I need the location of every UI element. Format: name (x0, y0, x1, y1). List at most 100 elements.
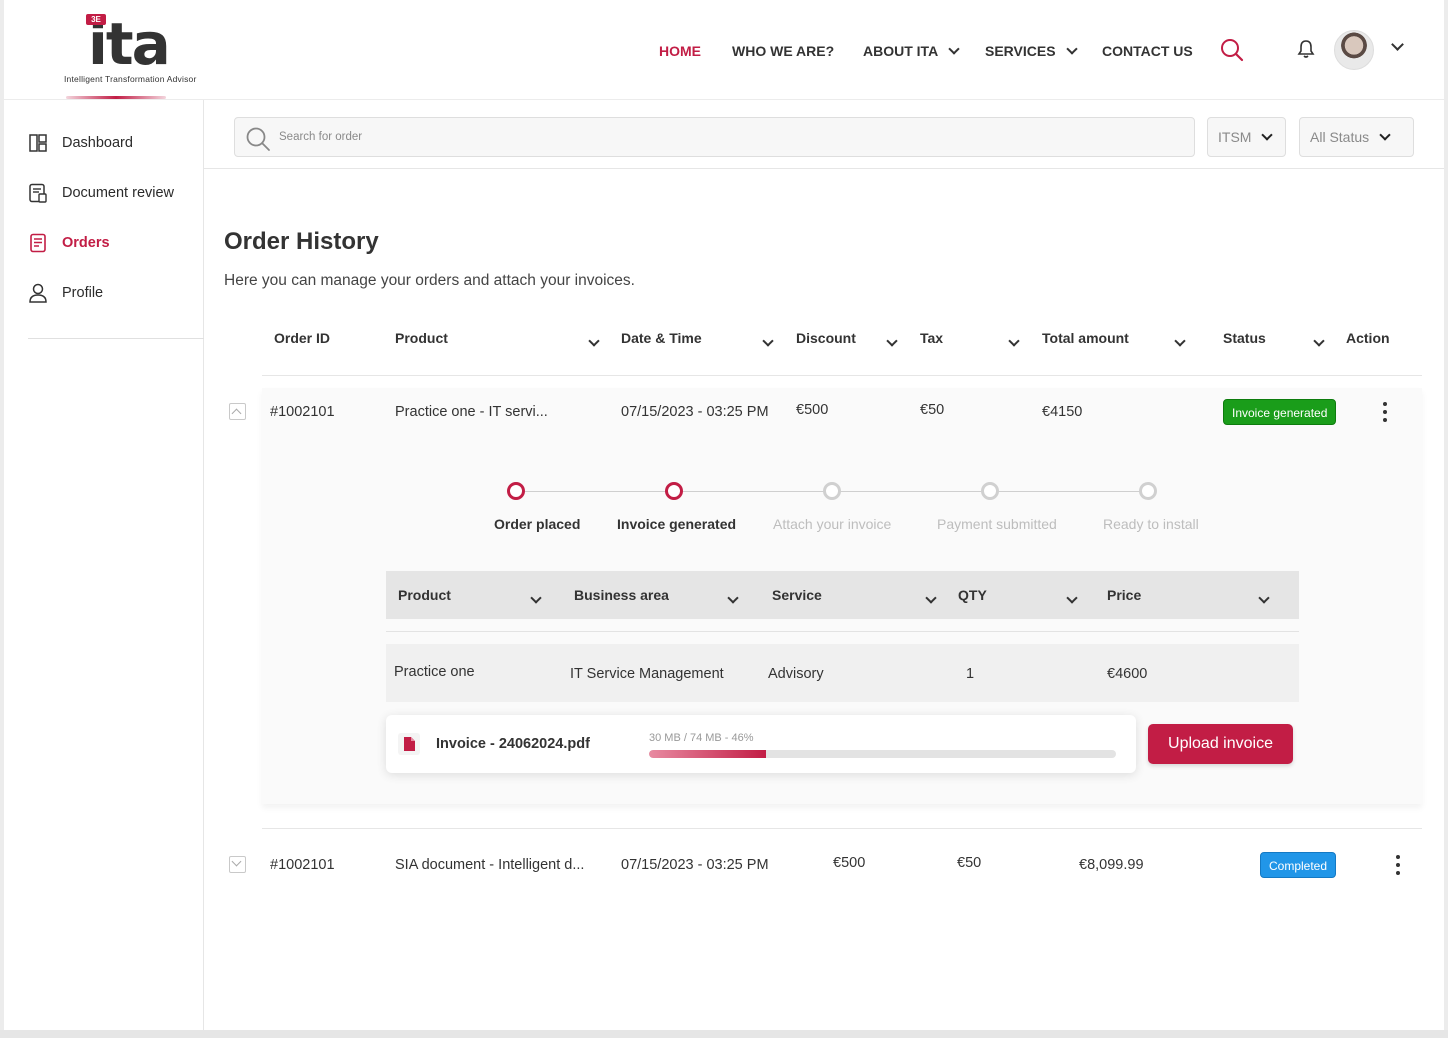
table-header-divider (262, 375, 1422, 376)
detail-col-business-area[interactable]: Business area (574, 587, 669, 603)
status-badge: Invoice generated (1223, 399, 1337, 425)
order-datetime: 07/15/2023 - 03:25 PM (621, 857, 769, 873)
dashboard-icon (29, 134, 47, 152)
order-discount: €500 (796, 402, 829, 418)
detail-table-divider (386, 631, 1299, 632)
search-icon[interactable] (1220, 38, 1244, 62)
status-badge: Completed (1260, 852, 1337, 878)
col-tax[interactable]: Tax (920, 330, 943, 346)
more-options-icon[interactable] (1396, 855, 1402, 875)
top-header: ita 3E Intelligent Transformation Adviso… (4, 0, 1444, 100)
chevron-down-icon[interactable] (882, 332, 898, 350)
sidebar-item-profile[interactable]: Profile (28, 281, 103, 305)
bell-icon[interactable] (1296, 38, 1316, 60)
avatar[interactable] (1334, 30, 1374, 70)
status-select-value: All Status (1310, 129, 1370, 145)
order-product: Practice one - IT servi... (395, 404, 548, 420)
detail-product: Practice one (394, 664, 475, 680)
nav-contact-us[interactable]: CONTACT US (1102, 42, 1193, 60)
search-icon (246, 127, 270, 151)
window-frame-right (1444, 0, 1448, 1038)
chevron-down-icon (231, 856, 242, 867)
detail-qty: 1 (966, 666, 975, 682)
chevron-down-icon[interactable] (584, 332, 600, 350)
upload-progress-text: 30 MB / 74 MB - 46% (649, 732, 754, 744)
step-dot-ready-to-install (1139, 482, 1157, 500)
invoice-file-name: Invoice - 24062024.pdf (436, 736, 590, 752)
nav-services[interactable]: SERVICES (985, 42, 1078, 60)
order-id[interactable]: #1002101 (270, 857, 335, 873)
chevron-down-icon (1065, 43, 1078, 55)
detail-col-product[interactable]: Product (398, 587, 451, 603)
logo-tagline: Intelligent Transformation Advisor (64, 74, 197, 84)
detail-table-header (386, 571, 1299, 619)
sidebar-item-document-review[interactable]: Document review (28, 181, 174, 205)
order-datetime: 07/15/2023 - 03:25 PM (621, 404, 769, 420)
status-select[interactable]: All Status (1299, 117, 1414, 157)
order-id[interactable]: #1002101 (270, 404, 335, 420)
chevron-down-icon[interactable] (1254, 589, 1270, 607)
chevron-down-icon[interactable] (921, 589, 937, 607)
sidebar-item-dashboard[interactable]: Dashboard (28, 131, 133, 155)
order-discount: €500 (833, 855, 866, 871)
chevron-down-icon[interactable] (758, 332, 774, 350)
step-dot-attach-invoice (823, 482, 841, 500)
chevron-up-icon (231, 408, 242, 419)
col-total-amount[interactable]: Total amount (1042, 330, 1129, 346)
logo-badge: 3E (86, 14, 106, 25)
filter-bar: ITSM All Status (204, 100, 1444, 169)
detail-col-qty[interactable]: QTY (958, 587, 987, 603)
chevron-down-icon[interactable] (1309, 332, 1325, 350)
invoice-upload-card: Invoice - 24062024.pdf 30 MB / 74 MB - 4… (386, 715, 1136, 773)
sidebar-divider (28, 338, 204, 339)
page-title: Order History (224, 228, 379, 255)
order-total: €8,099.99 (1079, 857, 1144, 873)
row-expand-toggle[interactable] (229, 403, 246, 420)
step-dot-payment-submitted (981, 482, 999, 500)
col-date-time[interactable]: Date & Time (621, 330, 702, 346)
step-label-attach-invoice: Attach your invoice (773, 516, 892, 532)
chevron-down-icon[interactable] (1062, 589, 1078, 607)
more-options-icon[interactable] (1383, 402, 1389, 422)
sidebar-item-label: Document review (62, 185, 175, 201)
col-product[interactable]: Product (395, 330, 448, 346)
sidebar-item-label: Orders (62, 235, 110, 251)
col-discount[interactable]: Discount (796, 330, 856, 346)
detail-col-price[interactable]: Price (1107, 587, 1141, 603)
step-label-order-placed: Order placed (494, 516, 581, 532)
chevron-down-icon[interactable] (1170, 332, 1186, 350)
upload-progress-fill (649, 750, 766, 758)
nav-home-label: HOME (659, 43, 701, 59)
step-label-invoice-generated: Invoice generated (617, 516, 737, 532)
order-search[interactable] (234, 117, 1195, 157)
step-label-ready-to-install: Ready to install (1103, 516, 1199, 532)
upload-invoice-button[interactable]: Upload invoice (1148, 724, 1293, 764)
chevron-down-icon[interactable] (1391, 38, 1404, 51)
nav-who-we-are[interactable]: WHO WE ARE? (732, 42, 834, 60)
nav-home[interactable]: HOME (659, 42, 701, 60)
profile-icon (29, 283, 47, 303)
order-tax: €50 (920, 402, 945, 418)
row-expand-toggle[interactable] (229, 856, 246, 873)
detail-col-service[interactable]: Service (772, 587, 822, 603)
nav-about-ita[interactable]: ABOUT ITA (863, 42, 960, 60)
window-frame-bottom (0, 1030, 1448, 1038)
category-select-value: ITSM (1218, 129, 1252, 145)
ita-logo[interactable]: ita 3E Intelligent Transformation Adviso… (62, 10, 222, 92)
sidebar-item-orders[interactable]: Orders (28, 231, 110, 255)
chevron-down-icon[interactable] (1004, 332, 1020, 350)
category-select[interactable]: ITSM (1207, 117, 1286, 157)
step-dot-invoice-generated (665, 482, 683, 500)
chevron-down-icon[interactable] (526, 589, 542, 607)
nav-services-label: SERVICES (985, 43, 1056, 59)
col-order-id[interactable]: Order ID (274, 330, 330, 346)
sidebar-item-label: Dashboard (62, 135, 133, 151)
col-status[interactable]: Status (1223, 330, 1266, 346)
chevron-down-icon[interactable] (723, 589, 739, 607)
detail-service: Advisory (768, 666, 824, 682)
search-input[interactable] (279, 118, 1159, 156)
nav-contact-us-label: CONTACT US (1102, 43, 1193, 59)
detail-price: €4600 (1107, 666, 1148, 682)
upload-progress-bar (649, 750, 1116, 758)
order-tax: €50 (957, 855, 982, 871)
